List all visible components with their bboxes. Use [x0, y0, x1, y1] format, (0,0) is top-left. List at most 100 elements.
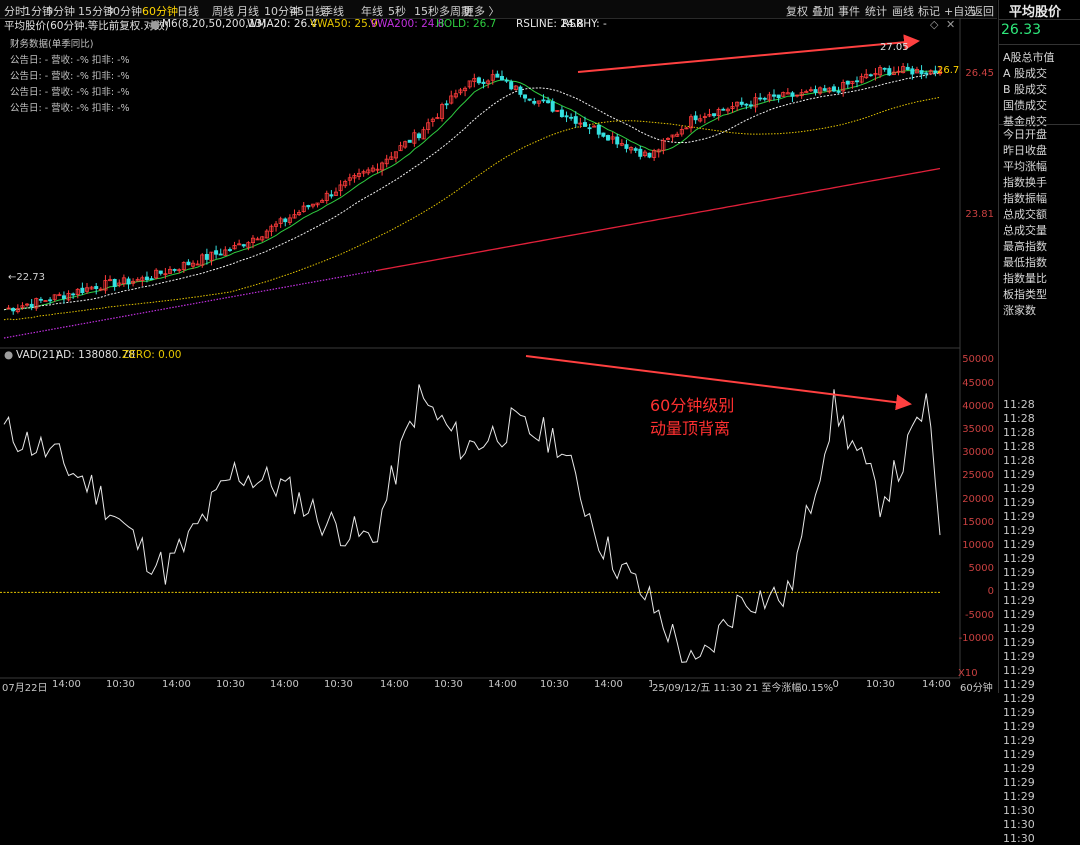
tick-time: 11:30: [1003, 818, 1035, 831]
tick-time: 11:29: [1003, 482, 1035, 495]
vad-tick: 20000: [962, 493, 994, 505]
time-tick: 10:30: [216, 679, 245, 690]
candle-body: [204, 254, 209, 260]
panel-field-label: 总成交额: [1003, 208, 1047, 221]
candle-body: [721, 108, 726, 111]
tick-time: 11:29: [1003, 790, 1035, 803]
tick-time: 11:29: [1003, 692, 1035, 705]
tab-timeframe[interactable]: 5分钟: [46, 3, 75, 19]
tab-timeframe[interactable]: 更多 〉: [463, 3, 500, 19]
candle-body: [836, 90, 841, 93]
candle-body: [112, 278, 117, 287]
tab-timeframe[interactable]: 季线: [322, 3, 344, 19]
vad-tick: 15000: [962, 516, 994, 528]
current-price-label: 26.7: [937, 65, 960, 76]
candle-body: [758, 97, 763, 100]
candle-body: [831, 86, 836, 92]
candle-body: [822, 88, 827, 91]
tab-timeframe[interactable]: 15秒: [414, 3, 439, 19]
candle-body: [172, 269, 177, 271]
candle-body: [94, 286, 99, 290]
price-divergence-arrow: [577, 34, 920, 73]
candle-body: [776, 94, 781, 99]
candle-body: [813, 89, 818, 93]
vad-zero-value: ZERO: 0.00: [122, 349, 182, 361]
panel-field-label: 今日开盘: [1003, 128, 1047, 141]
toolbar-action-button[interactable]: 叠加: [812, 3, 834, 19]
tab-timeframe[interactable]: 年线: [361, 3, 383, 19]
candle-body: [919, 70, 924, 75]
toolbar-action-button[interactable]: 复权: [786, 3, 808, 19]
candle-body: [509, 81, 514, 90]
tick-time: 11:29: [1003, 496, 1035, 509]
period-label[interactable]: 60分钟: [960, 679, 993, 694]
candle-body: [541, 99, 546, 102]
time-tick: 14:00: [162, 679, 191, 690]
crosshair-status: 25/09/12/五 11:30 21 至今涨幅0.15%: [652, 679, 834, 694]
candle-body: [126, 278, 131, 285]
tick-time: 11:29: [1003, 510, 1035, 523]
vad-tick: 10000: [962, 540, 994, 551]
tick-time: 11:29: [1003, 636, 1035, 649]
candle-body: [43, 300, 48, 302]
tick-time: 11:29: [1003, 524, 1035, 537]
vad-label[interactable]: VAD(21): [16, 349, 59, 361]
candle-body: [80, 287, 85, 294]
tab-timeframe[interactable]: 周线: [212, 3, 234, 19]
tick-time: 11:29: [1003, 594, 1035, 607]
tab-timeframe[interactable]: 月线: [237, 3, 259, 19]
candle-body: [582, 122, 587, 127]
tick-time: 11:29: [1003, 538, 1035, 551]
tick-time: 11:28: [1003, 454, 1035, 467]
toolbar-action-button[interactable]: 返回: [972, 3, 994, 19]
panel-field-label: A股总市值: [1003, 51, 1055, 64]
time-tick: 14:00: [52, 679, 81, 690]
candle-body: [527, 98, 532, 101]
tab-timeframe[interactable]: 60分钟: [142, 3, 178, 19]
candle-body: [416, 133, 421, 139]
tick-time: 11:29: [1003, 706, 1035, 719]
toolbar-action-button[interactable]: 标记: [918, 3, 940, 19]
time-axis: 07月22日 14:00 10:30 14:00 10:30 14:00 10:30 14:0…: [0, 678, 998, 694]
panel-field-label: 指数量比: [1003, 272, 1047, 285]
time-tick: 10:30: [106, 679, 135, 690]
panel-field-label: 平均涨幅: [1003, 160, 1047, 173]
vad-series-line: [3, 384, 941, 663]
tick-time: 11:29: [1003, 720, 1035, 733]
toolbar-action-button[interactable]: 画线: [892, 3, 914, 19]
tick-time: 11:29: [1003, 468, 1035, 481]
vad-tick: 50000: [962, 354, 994, 366]
candle-body: [71, 293, 76, 296]
high-price-label: 27.05: [880, 42, 909, 53]
candle-body: [149, 278, 154, 281]
candle-body: [739, 101, 744, 105]
candle-body: [158, 270, 163, 274]
tab-timeframe[interactable]: 日线: [177, 3, 199, 19]
candle-body: [48, 299, 53, 302]
candle-body: [887, 68, 892, 76]
gear-icon[interactable]: ●: [4, 349, 13, 361]
candle-body: [241, 244, 246, 247]
toolbar-action-button[interactable]: 事件: [838, 3, 860, 19]
candle-body: [596, 124, 601, 135]
tab-timeframe[interactable]: 30分钟: [106, 3, 142, 19]
tick-time: 11:29: [1003, 566, 1035, 579]
toolbar-action-button[interactable]: 统计: [865, 3, 887, 19]
candle-body: [407, 139, 412, 143]
panel-title: 平均股价: [1009, 5, 1062, 20]
tick-time: 11:29: [1003, 650, 1035, 663]
candle-body: [647, 152, 652, 158]
candle-body: [283, 218, 288, 223]
candle-body: [550, 101, 555, 112]
candle-body: [218, 253, 223, 256]
candle-body: [29, 303, 34, 308]
time-tick: 10:30: [324, 679, 353, 690]
tab-timeframe[interactable]: 45日线: [290, 3, 326, 19]
tab-timeframe[interactable]: 分时: [4, 3, 26, 19]
candle-body: [615, 136, 620, 145]
price-tick: 23.81: [965, 209, 994, 220]
candle-body: [306, 205, 311, 208]
candle-body: [633, 148, 638, 151]
tab-timeframe[interactable]: 5秒: [388, 3, 406, 19]
toolbar-action-button[interactable]: +自选: [944, 3, 975, 19]
